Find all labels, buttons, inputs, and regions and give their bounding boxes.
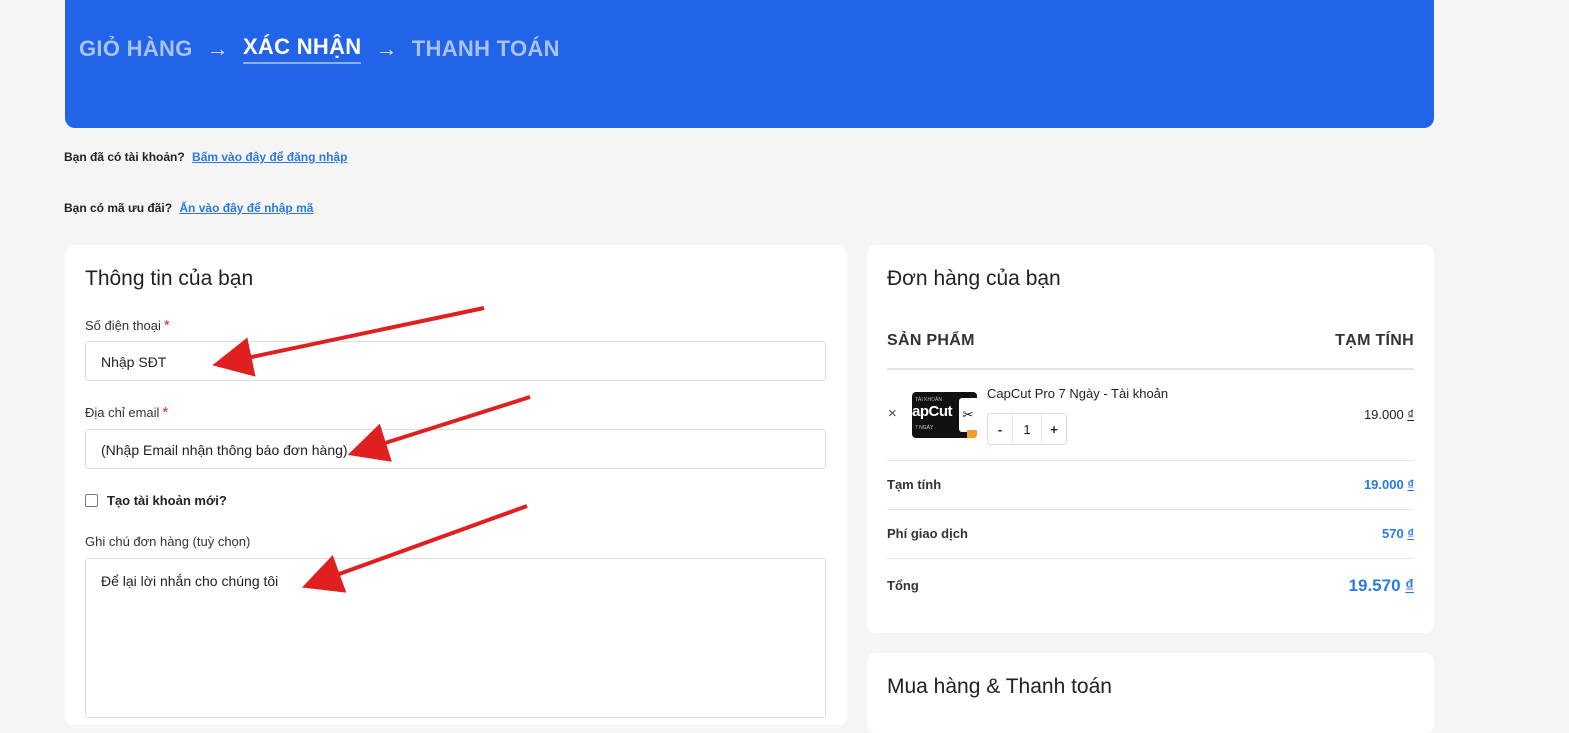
subtotal-value: 19.000 ₫ [1364, 477, 1414, 492]
thumb-brand-text: apCut [912, 403, 953, 420]
notes-textarea[interactable]: Để lại lời nhắn cho chúng tôi [85, 558, 826, 718]
fee-value: 570 ₫ [1382, 526, 1414, 541]
subtotal-amount: 19.000 [1363, 477, 1404, 492]
step-arrow-icon: → [206, 36, 229, 61]
email-label: Địa chỉ email * [85, 404, 168, 421]
required-mark: * [162, 404, 169, 421]
header-divider [887, 368, 1414, 370]
step-cart[interactable]: GIỎ HÀNG [79, 36, 193, 62]
email-placeholder: (Nhập Email nhận thông báo đơn hàng) [101, 442, 348, 458]
payment-title: Mua hàng & Thanh toán [887, 675, 1112, 698]
subtotal-divider [887, 509, 1414, 510]
quantity-stepper[interactable]: - 1 + [987, 413, 1067, 445]
currency-symbol: ₫ [1407, 526, 1414, 541]
remove-item-icon[interactable]: × [888, 405, 897, 422]
email-input[interactable]: (Nhập Email nhận thông báo đơn hàng) [85, 429, 826, 469]
create-account-label: Tạo tài khoản mới? [107, 493, 227, 508]
fee-divider [887, 558, 1414, 559]
product-thumbnail: TÀI KHOẢN apCut 7 NGÀY ✂ [912, 392, 977, 438]
currency-symbol: ₫ [1407, 407, 1414, 422]
checkout-steps: GIỎ HÀNG → XÁC NHẬN → THANH TOÁN [79, 34, 560, 64]
step-confirm: XÁC NHẬN [242, 34, 362, 64]
notes-placeholder: Để lại lời nhắn cho chúng tôi [101, 573, 279, 589]
subtotal-label: Tạm tính [887, 477, 942, 492]
currency-symbol: ₫ [1405, 576, 1414, 595]
coupon-prompt: Bạn có mã ưu đãi? [64, 201, 173, 215]
qty-minus-button[interactable]: - [988, 414, 1012, 444]
phone-placeholder: Nhập SĐT [101, 354, 167, 370]
phone-label: Số điện thoại * [85, 317, 170, 334]
checkout-steps-banner [65, 0, 1434, 128]
currency-symbol: ₫ [1407, 477, 1414, 492]
fee-label: Phí giao dịch [887, 526, 968, 541]
billing-card: Thông tin của bạn Số điện thoại * Nhập SĐ… [65, 245, 847, 725]
capcut-logo-icon: ✂ [959, 398, 977, 432]
login-prompt: Bạn đã có tài khoản? [64, 150, 185, 164]
payment-card: Mua hàng & Thanh toán [867, 653, 1434, 733]
thumb-corner-accent [967, 430, 977, 438]
coupon-notice: Bạn có mã ưu đãi? Ấn vào đây để nhập mã [64, 201, 313, 215]
step-arrow-icon: → [375, 36, 398, 61]
step-payment: THANH TOÁN [411, 36, 560, 61]
total-label: Tổng [887, 578, 919, 593]
item-divider [887, 460, 1414, 461]
email-label-text: Địa chỉ email [85, 405, 160, 420]
total-value: 19.570 ₫ [1349, 576, 1414, 596]
order-summary-card: Đơn hàng của bạn SẢN PHẨM TẠM TÍNH × TÀI… [867, 245, 1434, 633]
create-account-checkbox[interactable] [85, 494, 98, 507]
fee-amount: 570 [1382, 526, 1404, 541]
col-subtotal-header: TẠM TÍNH [1335, 332, 1414, 349]
billing-title: Thông tin của bạn [85, 267, 254, 290]
total-amount: 19.570 [1348, 576, 1401, 595]
required-mark: * [163, 317, 170, 334]
qty-plus-button[interactable]: + [1042, 414, 1066, 444]
product-price: 19.000 ₫ [1364, 407, 1414, 422]
login-notice: Bạn đã có tài khoản? Bấm vào đây để đăng… [64, 150, 347, 164]
product-name[interactable]: CapCut Pro 7 Ngày - Tài khoản [987, 386, 1168, 401]
thumb-bottom-text: 7 NGÀY [915, 425, 934, 431]
order-title: Đơn hàng của bạn [887, 267, 1061, 290]
login-link[interactable]: Bấm vào đây để đăng nhập [192, 150, 347, 164]
phone-label-text: Số điện thoại [85, 318, 161, 333]
phone-input[interactable]: Nhập SĐT [85, 341, 826, 381]
qty-value[interactable]: 1 [1012, 414, 1042, 444]
coupon-link[interactable]: Ấn vào đây để nhập mã [179, 201, 313, 215]
create-account-row[interactable]: Tạo tài khoản mới? [85, 493, 227, 508]
notes-label: Ghi chú đơn hàng (tuỳ chọn) [85, 534, 251, 549]
product-price-value: 19.000 [1363, 407, 1404, 422]
col-product-header: SẢN PHẨM [887, 332, 975, 349]
